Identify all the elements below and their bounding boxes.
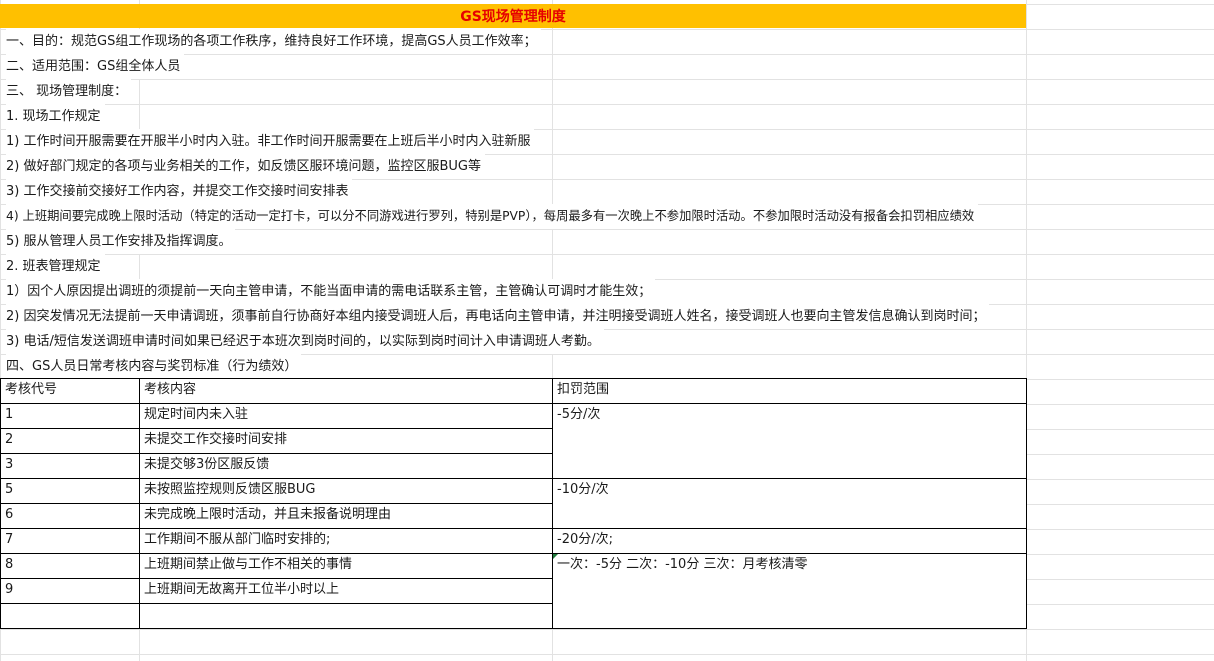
penalty-cell[interactable]: -10分/次 [552, 478, 1026, 528]
row-code[interactable]: 9 [0, 578, 139, 603]
table-border [0, 528, 1027, 529]
sheet-title: GS现场管理制度 [460, 9, 566, 25]
assessment-table: 考核代号 考核内容 扣罚范围 1 规定时间内未入驻 2 未提交工作交接时间安排 … [0, 378, 1027, 629]
penalty-cell[interactable]: -20分/次; [552, 528, 1026, 553]
table-border [0, 503, 553, 504]
row-code[interactable]: 1 [0, 403, 139, 428]
text-row[interactable]: 三、 现场管理制度： [6, 79, 132, 104]
table-border [0, 403, 1027, 404]
table-border [0, 603, 553, 604]
table-border [0, 378, 1027, 379]
table-border [1026, 378, 1027, 629]
text-row[interactable]: 5) 服从管理人员工作安排及指挥调度。 [6, 229, 236, 254]
row-content[interactable]: 规定时间内未入驻 [139, 403, 552, 428]
row-content[interactable] [139, 603, 552, 628]
penalty-cell[interactable]: -5分/次 [552, 403, 1026, 478]
penalty-cell[interactable]: 一次：-5分 二次：-10分 三次：月考核清零 [552, 553, 1026, 628]
cell-error-indicator-icon [553, 554, 558, 559]
header-content[interactable]: 考核内容 [139, 378, 552, 403]
text-row[interactable]: 3) 工作交接前交接好工作内容，并提交工作交接时间安排表 [6, 179, 353, 204]
row-content[interactable]: 未提交工作交接时间安排 [139, 428, 552, 453]
text-row[interactable]: 1. 现场工作规定 [6, 104, 105, 129]
text-row[interactable]: 4) 上班期间要完成晚上限时活动（特定的活动一定打卡，可以分不同游戏进行罗列，特… [6, 204, 979, 229]
table-border [0, 453, 553, 454]
row-content[interactable]: 未完成晚上限时活动，并且未报备说明理由 [139, 503, 552, 528]
text-row[interactable]: 2) 因突发情况无法提前一天申请调班，须事前自行协商好本组内接受调班人后，再电话… [6, 304, 990, 329]
header-code[interactable]: 考核代号 [0, 378, 139, 403]
text-row[interactable]: 2) 做好部门规定的各项与业务相关的工作，如反馈区服环境问题，监控区服BUG等 [6, 154, 485, 179]
text-row[interactable]: 一、目的：规范GS组工作现场的各项工作秩序，维持良好工作环境，提高GS人员工作效… [6, 29, 541, 54]
row-code[interactable]: 3 [0, 453, 139, 478]
table-border [0, 578, 553, 579]
row-content[interactable]: 未提交够3份区服反馈 [139, 453, 552, 478]
text-row[interactable]: 3) 电话/短信发送调班申请时间如果已经迟于本班次到岗时间的，以实际到岗时间计入… [6, 329, 604, 354]
header-penalty[interactable]: 扣罚范围 [552, 378, 1026, 403]
text-row[interactable]: 四、GS人员日常考核内容与奖罚标准（行为绩效） [6, 354, 302, 379]
row-code[interactable]: 2 [0, 428, 139, 453]
row-code[interactable]: 5 [0, 478, 139, 503]
row-code[interactable]: 8 [0, 553, 139, 578]
row-content[interactable]: 上班期间禁止做与工作不相关的事情 [139, 553, 552, 578]
row-code[interactable]: 6 [0, 503, 139, 528]
table-border [0, 478, 1027, 479]
table-border [0, 553, 1027, 554]
text-row[interactable]: 1）因个人原因提出调班的须提前一天向主管申请，不能当面申请的需电话联系主管，主管… [6, 279, 656, 304]
table-border [0, 428, 553, 429]
row-content[interactable]: 未按照监控规则反馈区服BUG [139, 478, 552, 503]
row-code[interactable] [0, 603, 139, 628]
text-row[interactable]: 1) 工作时间开服需要在开服半小时内入驻。非工作时间开服需要在上班后半小时内入驻… [6, 129, 535, 154]
row-content[interactable]: 上班期间无故离开工位半小时以上 [139, 578, 552, 603]
row-content[interactable]: 工作期间不服从部门临时安排的; [139, 528, 552, 553]
spreadsheet: GS现场管理制度 一、目的：规范GS组工作现场的各项工作秩序，维持良好工作环境，… [0, 0, 1214, 661]
text-row[interactable]: 二、适用范围：GS组全体人员 [6, 54, 185, 79]
row-code[interactable]: 7 [0, 528, 139, 553]
title-cell[interactable]: GS现场管理制度 [0, 4, 1026, 28]
table-border [0, 628, 1027, 629]
text-row[interactable]: 2. 班表管理规定 [6, 254, 105, 279]
